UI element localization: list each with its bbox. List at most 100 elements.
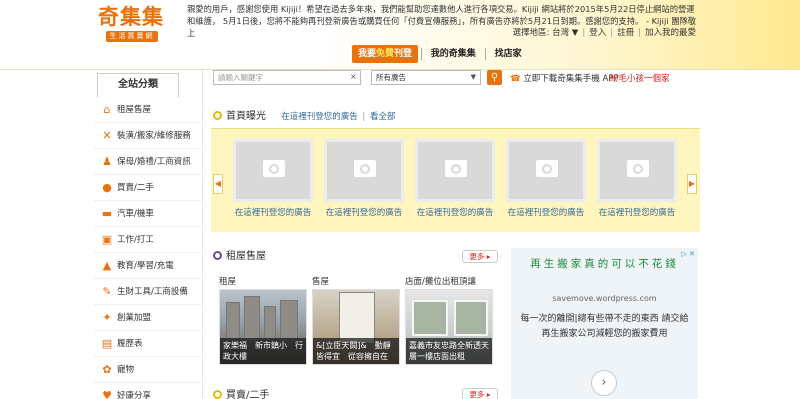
exposure-carousel: ◀ 在這裡刊登您的廣告 在這裡刊登您的廣告 在這裡刊登您的廣告 在這裡刊登您的廣…	[211, 128, 700, 232]
search-icon: ⚲	[490, 72, 499, 83]
sidebar-item-franchise[interactable]: ✦ 創業加盟	[95, 305, 202, 331]
tool-icon: ✎	[102, 285, 112, 298]
rental-column-sale: 售屋 &[立臣天闕]& 動靜皆得宜 從容擁自在	[312, 276, 400, 365]
sidebar-item-label: 工作/打工	[117, 235, 154, 245]
exposure-caption[interactable]: 在這裡刊登您的廣告	[506, 206, 586, 218]
sidebar-item-rent-sale[interactable]: ⌂ 租屋售屋	[95, 97, 202, 123]
sidebar-item-label: 好康分享	[117, 391, 152, 399]
add-favorites-link[interactable]: 加入我的最愛	[645, 28, 696, 38]
placeholder-image	[506, 139, 586, 202]
sidebar-item-vehicles[interactable]: ▬ 汽車/機車	[95, 201, 202, 227]
exposure-caption[interactable]: 在這裡刊登您的廣告	[415, 206, 495, 218]
listing-caption: 家樂福 新市鎮小 行政大樓	[220, 338, 306, 364]
section-bullet-icon	[213, 251, 222, 260]
listing-photo[interactable]: 家樂福 新市鎮小 行政大樓	[219, 289, 307, 365]
resume-icon: ▤	[101, 337, 113, 350]
people-icon: ●	[102, 181, 112, 194]
sidebar-item-resume[interactable]: ▤ 履歷表	[95, 331, 202, 357]
sidebar-item-renovation[interactable]: ✕ 裝潢/搬家/維修服務	[95, 123, 202, 149]
section-bullet-icon	[213, 390, 222, 399]
tab-find-shop[interactable]: 找店家	[489, 45, 528, 63]
person-icon: ♟	[102, 155, 112, 168]
category-select-value: 所有廣告	[376, 73, 406, 82]
secondhand-more-button[interactable]: 更多 ▸	[462, 388, 498, 399]
top-links: 選擇地區: 台灣 ▼ | 登入 | 註冊 | 加入我的最愛	[512, 28, 696, 38]
rental-column-title[interactable]: 租屋	[219, 276, 307, 289]
search-bar: 請輸入關鍵字 × 所有廣告 ▼ ⚲ ☎ 立即下載奇集集手機 APP 紛毛小孩一個家	[205, 70, 800, 94]
sponsored-ad[interactable]: ▷ ✕ 再生搬家真的可以不花錢 savemove.wordpress.com 每…	[511, 248, 698, 399]
ad-url[interactable]: savemove.wordpress.com	[511, 294, 698, 303]
secondhand-header: 買賣/二手	[213, 388, 269, 399]
view-all-link[interactable]: 看全部	[370, 112, 396, 122]
link-divider: |	[362, 112, 366, 122]
sidebar-item-nanny[interactable]: ♟ 保母/婚禮/工商資訊	[95, 149, 202, 175]
pet-adoption-link[interactable]: 紛毛小孩一個家	[610, 72, 670, 84]
carousel-next-button[interactable]: ▶	[687, 174, 697, 194]
ad-next-button[interactable]: ›	[591, 370, 617, 396]
site-logo[interactable]: 奇集集 生活買賣網	[98, 5, 174, 42]
logo-sub: 生活買賣網	[106, 31, 158, 42]
category-select[interactable]: 所有廣告 ▼	[371, 70, 481, 85]
search-input[interactable]: 請輸入關鍵字	[213, 70, 361, 85]
sidebar-item-pets[interactable]: ✿ 寵物	[95, 357, 202, 383]
section-bullet-icon	[213, 111, 222, 120]
car-icon: ▬	[101, 207, 113, 220]
rental-column-title[interactable]: 售屋	[312, 276, 400, 289]
exposure-caption[interactable]: 在這裡刊登您的廣告	[597, 206, 677, 218]
logo-main: 奇集集	[98, 5, 174, 29]
ad-title[interactable]: 再生搬家真的可以不花錢	[511, 256, 698, 272]
ad-body: 每一次的離開|總有些帶不走的東西 請交給再生搬家公司減輕您的搬家費用	[520, 314, 689, 339]
secondhand-title: 買賣/二手	[226, 390, 270, 399]
post-here-link[interactable]: 在這裡刊登您的廣告	[281, 112, 358, 122]
exposure-links: 在這裡刊登您的廣告 | 看全部	[281, 112, 395, 122]
rental-title: 租屋售屋	[226, 251, 266, 262]
rental-column-title[interactable]: 店面/攤位出租頂讓	[405, 276, 493, 289]
sidebar-item-label: 履歷表	[117, 339, 143, 349]
house-icon: ⌂	[103, 103, 111, 116]
free-post-post: 刊登	[394, 49, 413, 59]
app-download-label: 立即下載奇集集手機 APP	[523, 74, 619, 84]
register-link[interactable]: 註冊	[617, 28, 634, 38]
free-post-button[interactable]: 我要免費刊登	[352, 45, 419, 63]
listing-caption: 嘉義市友忠路全新透天層一樓店面出租	[406, 338, 492, 364]
carousel-prev-button[interactable]: ◀	[213, 174, 223, 194]
clear-icon[interactable]: ×	[350, 70, 357, 84]
search-button[interactable]: ⚲	[487, 70, 502, 85]
camera-icon	[263, 160, 285, 177]
camera-icon	[536, 160, 558, 177]
region-select[interactable]: 選擇地區: 台灣 ▼	[513, 28, 579, 38]
camera-icon	[627, 160, 649, 177]
sidebar-item-equipment[interactable]: ✎ 生財工具/工商設備	[95, 279, 202, 305]
sidebar-item-label: 寵物	[117, 365, 135, 375]
sidebar-item-label: 保母/婚禮/工商資訊	[117, 157, 191, 167]
exposure-card[interactable]: 在這裡刊登您的廣告	[415, 139, 495, 218]
graduation-icon: ▲	[102, 259, 112, 272]
sidebar-title: 全站分類	[97, 73, 179, 97]
sidebar-item-label: 教育/學習/充電	[117, 261, 174, 271]
listing-photo[interactable]: 嘉義市友忠路全新透天層一樓店面出租	[405, 289, 493, 365]
sidebar-item-secondhand[interactable]: ● 買賣/二手	[95, 175, 202, 201]
exposure-caption[interactable]: 在這裡刊登您的廣告	[324, 206, 404, 218]
listing-caption: &[立臣天闕]& 動靜皆得宜 從容擁自在	[313, 338, 399, 364]
sidebar-item-jobs[interactable]: ▣ 工作/打工	[95, 227, 202, 253]
sidebar-item-deals[interactable]: ♥ 好康分享	[95, 383, 202, 399]
login-link[interactable]: 登入	[589, 28, 606, 38]
camera-icon	[445, 160, 467, 177]
app-download-link[interactable]: ☎ 立即下載奇集集手機 APP	[510, 72, 619, 84]
exposure-caption[interactable]: 在這裡刊登您的廣告	[233, 206, 313, 218]
tab-my-kijiji[interactable]: 我的奇集集	[425, 45, 482, 63]
exposure-card[interactable]: 在這裡刊登您的廣告	[324, 139, 404, 218]
category-sidebar: 全站分類 ⌂ 租屋售屋 ✕ 裝潢/搬家/維修服務 ♟ 保母/婚禮/工商資訊 ● 買賣/二…	[95, 70, 203, 399]
exposure-card[interactable]: 在這裡刊登您的廣告	[233, 139, 313, 218]
exposure-card[interactable]: 在這裡刊登您的廣告	[597, 139, 677, 218]
sidebar-item-education[interactable]: ▲ 教育/學習/充電	[95, 253, 202, 279]
listing-photo[interactable]: &[立臣天闕]& 動靜皆得宜 從容擁自在	[312, 289, 400, 365]
paw-icon: ✿	[102, 363, 112, 376]
rental-more-button[interactable]: 更多 ▸	[462, 250, 498, 263]
sidebar-item-label: 租屋售屋	[117, 105, 152, 115]
placeholder-image	[597, 139, 677, 202]
site-header: 奇集集 生活買賣網 親愛的用戶，感謝您使用 Kijiji！希望在過去多年來，我們…	[0, 0, 800, 70]
free-post-highlight: 免費	[376, 49, 395, 59]
exposure-card[interactable]: 在這裡刊登您的廣告	[506, 139, 586, 218]
sidebar-item-label: 裝潢/搬家/維修服務	[117, 131, 191, 141]
